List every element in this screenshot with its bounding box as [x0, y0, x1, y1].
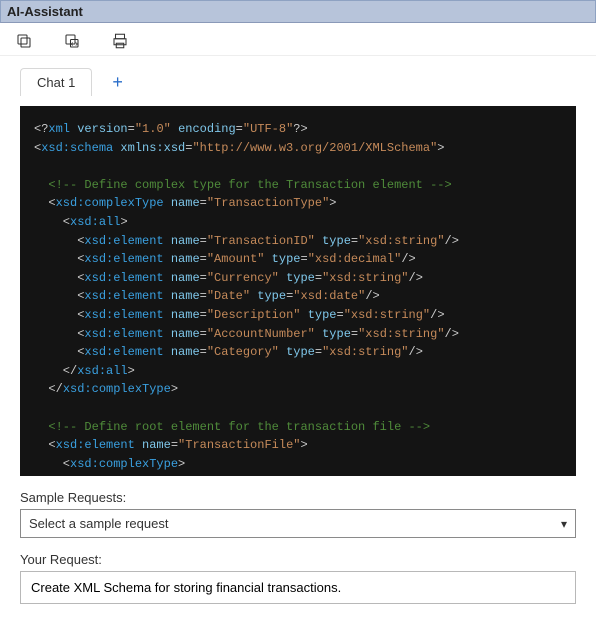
tab-bar: Chat 1 + [20, 68, 576, 96]
copy-icon[interactable] [14, 31, 34, 51]
dropdown-value: Select a sample request [29, 516, 168, 531]
code-line: </xsd:all> [34, 362, 562, 381]
code-line: <?xml version="1.0" encoding="UTF-8"?> [34, 120, 562, 139]
window-title: AI-Assistant [7, 4, 83, 19]
tab-label: Chat 1 [37, 75, 75, 90]
code-line: <xsd:element name="Currency" type="xsd:s… [34, 269, 562, 288]
window-titlebar: AI-Assistant [0, 0, 596, 23]
chevron-down-icon: ▾ [561, 517, 567, 531]
code-line: <xsd:element name="Description" type="xs… [34, 306, 562, 325]
code-line: <xsd:element name="TransactionFile"> [34, 436, 562, 455]
code-line: <xsd:sequence> [34, 473, 562, 476]
code-line: <xsd:schema xmlns:xsd="http://www.w3.org… [34, 139, 562, 158]
toolbar [0, 23, 596, 56]
code-line: <!-- Define complex type for the Transac… [34, 176, 562, 195]
new-tab-button[interactable]: + [98, 69, 137, 95]
code-line: <xsd:element name="TransactionID" type="… [34, 232, 562, 251]
sample-requests-dropdown[interactable]: Select a sample request ▾ [20, 509, 576, 538]
your-request-label: Your Request: [20, 552, 576, 567]
code-line: <xsd:element name="Date" type="xsd:date"… [34, 287, 562, 306]
tab-chat-1[interactable]: Chat 1 [20, 68, 92, 96]
print-icon[interactable] [110, 31, 130, 51]
code-line: <xsd:element name="AccountNumber" type="… [34, 325, 562, 344]
code-line [34, 157, 562, 176]
code-line: <xsd:complexType name="TransactionType"> [34, 194, 562, 213]
code-line: <xsd:all> [34, 213, 562, 232]
code-line: <xsd:element name="Amount" type="xsd:dec… [34, 250, 562, 269]
code-line: <!-- Define root element for the transac… [34, 418, 562, 437]
sample-requests-label: Sample Requests: [20, 490, 576, 505]
code-line [34, 399, 562, 418]
code-output: <?xml version="1.0" encoding="UTF-8"?><x… [20, 106, 576, 476]
code-line: <xsd:complexType> [34, 455, 562, 474]
paste-code-icon[interactable] [62, 31, 82, 51]
code-line: <xsd:element name="Category" type="xsd:s… [34, 343, 562, 362]
your-request-input[interactable] [20, 571, 576, 604]
code-line: </xsd:complexType> [34, 380, 562, 399]
plus-icon: + [112, 72, 123, 92]
